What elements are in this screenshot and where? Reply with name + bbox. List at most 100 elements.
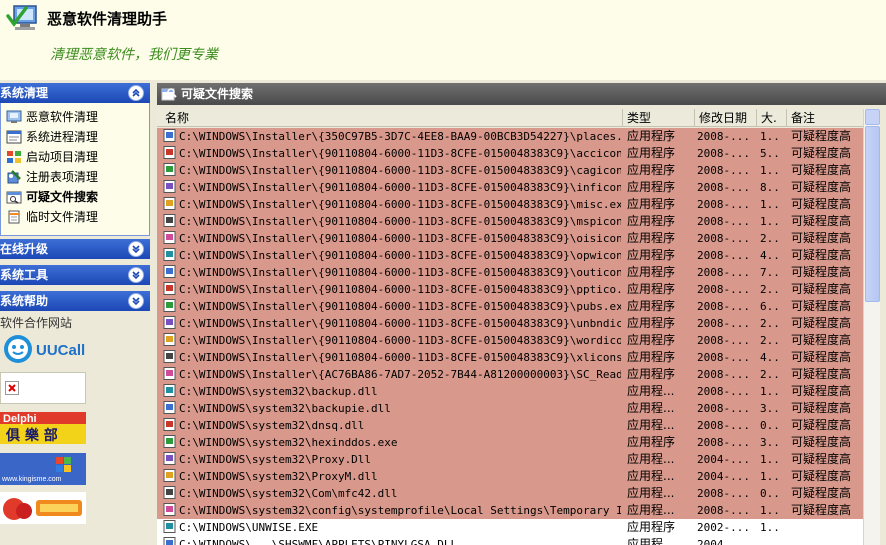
group-system-help[interactable]: 系统帮助 <box>0 291 150 311</box>
table-row[interactable]: C:\WINDOWS\...\SHSWMF\APPLETS\PINYLGSA.D… <box>157 536 863 545</box>
table-row[interactable]: C:\WINDOWS\Installer\{90110804-6000-11D3… <box>157 332 863 349</box>
partner-logo-5[interactable] <box>0 492 86 524</box>
sidebar-item-temp-cleanup[interactable]: 临时文件清理 <box>6 208 98 226</box>
file-size-cell: 2... <box>760 232 782 245</box>
file-icon <box>163 520 176 533</box>
table-row[interactable]: C:\WINDOWS\Installer\{90110804-6000-11D3… <box>157 264 863 281</box>
file-type-cell: 应用程序 <box>627 435 676 449</box>
file-date-cell: 2008-... <box>697 215 750 228</box>
table-row[interactable]: C:\WINDOWS\Installer\{90110804-6000-11D3… <box>157 196 863 213</box>
file-path-cell: C:\WINDOWS\...\SHSWMF\APPLETS\PINYLGSA.D… <box>163 536 621 545</box>
file-path-cell: C:\WINDOWS\Installer\{AC76BA86-7AD7-2052… <box>163 366 621 383</box>
sidebar-item-process-cleanup[interactable]: 系统进程清理 <box>6 128 98 146</box>
panel-title: 可疑文件搜索 <box>181 87 254 101</box>
file-note-cell: 可疑程度高 <box>791 248 852 262</box>
table-row[interactable]: C:\WINDOWS\Installer\{90110804-6000-11D3… <box>157 315 863 332</box>
file-date-cell: 2008-... <box>697 232 750 245</box>
file-date-cell: 2008-... <box>697 130 750 143</box>
scroll-thumb[interactable] <box>865 126 880 302</box>
sidebar-item-file-search[interactable]: 可疑文件搜索 <box>6 188 98 206</box>
chevron-down-icon[interactable] <box>128 293 144 309</box>
vertical-scrollbar[interactable] <box>863 109 880 545</box>
table-row[interactable]: C:\WINDOWS\system32\backup.dll 应用程... 2008… <box>157 383 863 400</box>
chevron-down-icon[interactable] <box>128 267 144 283</box>
file-icon <box>163 333 176 346</box>
file-path-cell: C:\WINDOWS\UNWISE.EXE <box>163 519 621 536</box>
table-row[interactable]: C:\WINDOWS\Installer\{90110804-6000-11D3… <box>157 230 863 247</box>
column-header-size[interactable]: 大. <box>757 109 787 127</box>
group-online-update[interactable]: 在线升级 <box>0 239 150 259</box>
file-size-cell: 0... <box>760 419 782 432</box>
file-icon <box>163 265 176 278</box>
file-path-cell: C:\WINDOWS\system32\ProxyM.dll <box>163 468 621 485</box>
delphi-logo[interactable]: Delphi 俱 樂 部 <box>0 412 86 444</box>
table-row[interactable]: C:\WINDOWS\system32\dnsq.dll 应用程... 2008-.… <box>157 417 863 434</box>
file-icon <box>163 197 176 210</box>
chevron-up-icon[interactable] <box>128 85 144 101</box>
file-size-cell: 7... <box>760 266 782 279</box>
file-path-cell: C:\WINDOWS\Installer\{90110804-6000-11D3… <box>163 230 621 247</box>
table-row[interactable]: C:\WINDOWS\system32\backupie.dll 应用程... 20… <box>157 400 863 417</box>
file-list: C:\WINDOWS\Installer\{350C97B5-3D7C-4EE8… <box>157 128 863 545</box>
file-type-cell: 应用程序 <box>627 214 676 228</box>
uucall-logo[interactable]: UUCall <box>0 333 86 365</box>
file-size-cell: 2... <box>760 368 782 381</box>
sidebar-item-startup-cleanup[interactable]: 启动项目清理 <box>6 148 98 166</box>
table-row[interactable]: C:\WINDOWS\system32\config\systemprofile… <box>157 502 863 519</box>
group-system-tools[interactable]: 系统工具 <box>0 265 150 285</box>
chevron-down-icon[interactable] <box>128 241 144 257</box>
file-size-cell: 1... <box>760 385 782 398</box>
file-type-cell: 应用程... <box>627 503 675 517</box>
table-row[interactable]: C:\WINDOWS\Installer\{AC76BA86-7AD7-2052… <box>157 366 863 383</box>
file-date-cell: 2008-... <box>697 487 750 500</box>
svg-text:www.kingisme.com: www.kingisme.com <box>1 476 62 483</box>
file-path-cell: C:\WINDOWS\Installer\{90110804-6000-11D3… <box>163 264 621 281</box>
file-size-cell: 1... <box>760 215 782 228</box>
file-note-cell: 可疑程度高 <box>791 265 852 279</box>
table-row[interactable]: C:\WINDOWS\Installer\{90110804-6000-11D3… <box>157 298 863 315</box>
table-row[interactable]: C:\WINDOWS\system32\hexinddos.exe 应用程序 200… <box>157 434 863 451</box>
table-row[interactable]: C:\WINDOWS\system32\Proxy.Dll 应用程... 2004-… <box>157 451 863 468</box>
table-row[interactable]: C:\WINDOWS\Installer\{90110804-6000-11D3… <box>157 349 863 366</box>
table-row[interactable]: C:\WINDOWS\system32\ProxyM.dll 应用程... 2004… <box>157 468 863 485</box>
file-path-cell: C:\WINDOWS\system32\Com\mfc42.dll <box>163 485 621 502</box>
group-label: 系统帮助 <box>0 294 49 308</box>
table-row[interactable]: C:\WINDOWS\Installer\{90110804-6000-11D3… <box>157 247 863 264</box>
table-row[interactable]: C:\WINDOWS\Installer\{90110804-6000-11D3… <box>157 281 863 298</box>
file-type-cell: 应用程... <box>627 401 675 415</box>
table-row[interactable]: C:\WINDOWS\Installer\{90110804-6000-11D3… <box>157 162 863 179</box>
table-row[interactable]: C:\WINDOWS\Installer\{90110804-6000-11D3… <box>157 179 863 196</box>
registry-icon <box>7 170 21 184</box>
file-date-cell: 2008-... <box>697 504 750 517</box>
sidebar-item-registry-cleanup[interactable]: 注册表项清理 <box>6 168 98 186</box>
table-row[interactable]: C:\WINDOWS\Installer\{350C97B5-3D7C-4EE8… <box>157 128 863 145</box>
file-icon <box>163 401 176 414</box>
table-row[interactable]: C:\WINDOWS\system32\Com\mfc42.dll 应用程... 2… <box>157 485 863 502</box>
group-system-cleanup[interactable]: 系统清理 <box>0 83 150 103</box>
table-row[interactable]: C:\WINDOWS\UNWISE.EXE 应用程序 2002-... 1... <box>157 519 863 536</box>
file-size-cell: 5... <box>760 147 782 160</box>
file-size-cell: 1... <box>760 453 782 466</box>
table-row[interactable]: C:\WINDOWS\Installer\{90110804-6000-11D3… <box>157 145 863 162</box>
table-header: 名称 类型 修改日期 大. 备注 <box>157 109 863 127</box>
scroll-up-button[interactable] <box>865 109 880 125</box>
file-note-cell: 可疑程度高 <box>791 384 852 398</box>
file-type-cell: 应用程序 <box>627 129 676 143</box>
column-header-note[interactable]: 备注 <box>787 109 863 127</box>
table-row[interactable]: C:\WINDOWS\Installer\{90110804-6000-11D3… <box>157 213 863 230</box>
sidebar-item-malware-cleanup[interactable]: 恶意软件清理 <box>6 108 98 126</box>
kingisme-logo[interactable]: www.kingisme.com <box>0 453 86 485</box>
column-header-name[interactable]: 名称 <box>161 109 623 127</box>
file-size-cell: 4... <box>760 351 782 364</box>
column-header-date[interactable]: 修改日期 <box>695 109 757 127</box>
file-icon <box>163 248 176 261</box>
file-icon <box>163 384 176 397</box>
broken-image-logo[interactable] <box>0 372 86 404</box>
file-date-cell: 2008-... <box>697 198 750 211</box>
group-label: 系统工具 <box>0 268 49 282</box>
app-title: 恶意软件清理助手 <box>47 10 168 28</box>
file-icon <box>163 129 176 142</box>
column-header-type[interactable]: 类型 <box>623 109 695 127</box>
file-note-cell: 可疑程度高 <box>791 316 852 330</box>
file-note-cell: 可疑程度高 <box>791 350 852 364</box>
